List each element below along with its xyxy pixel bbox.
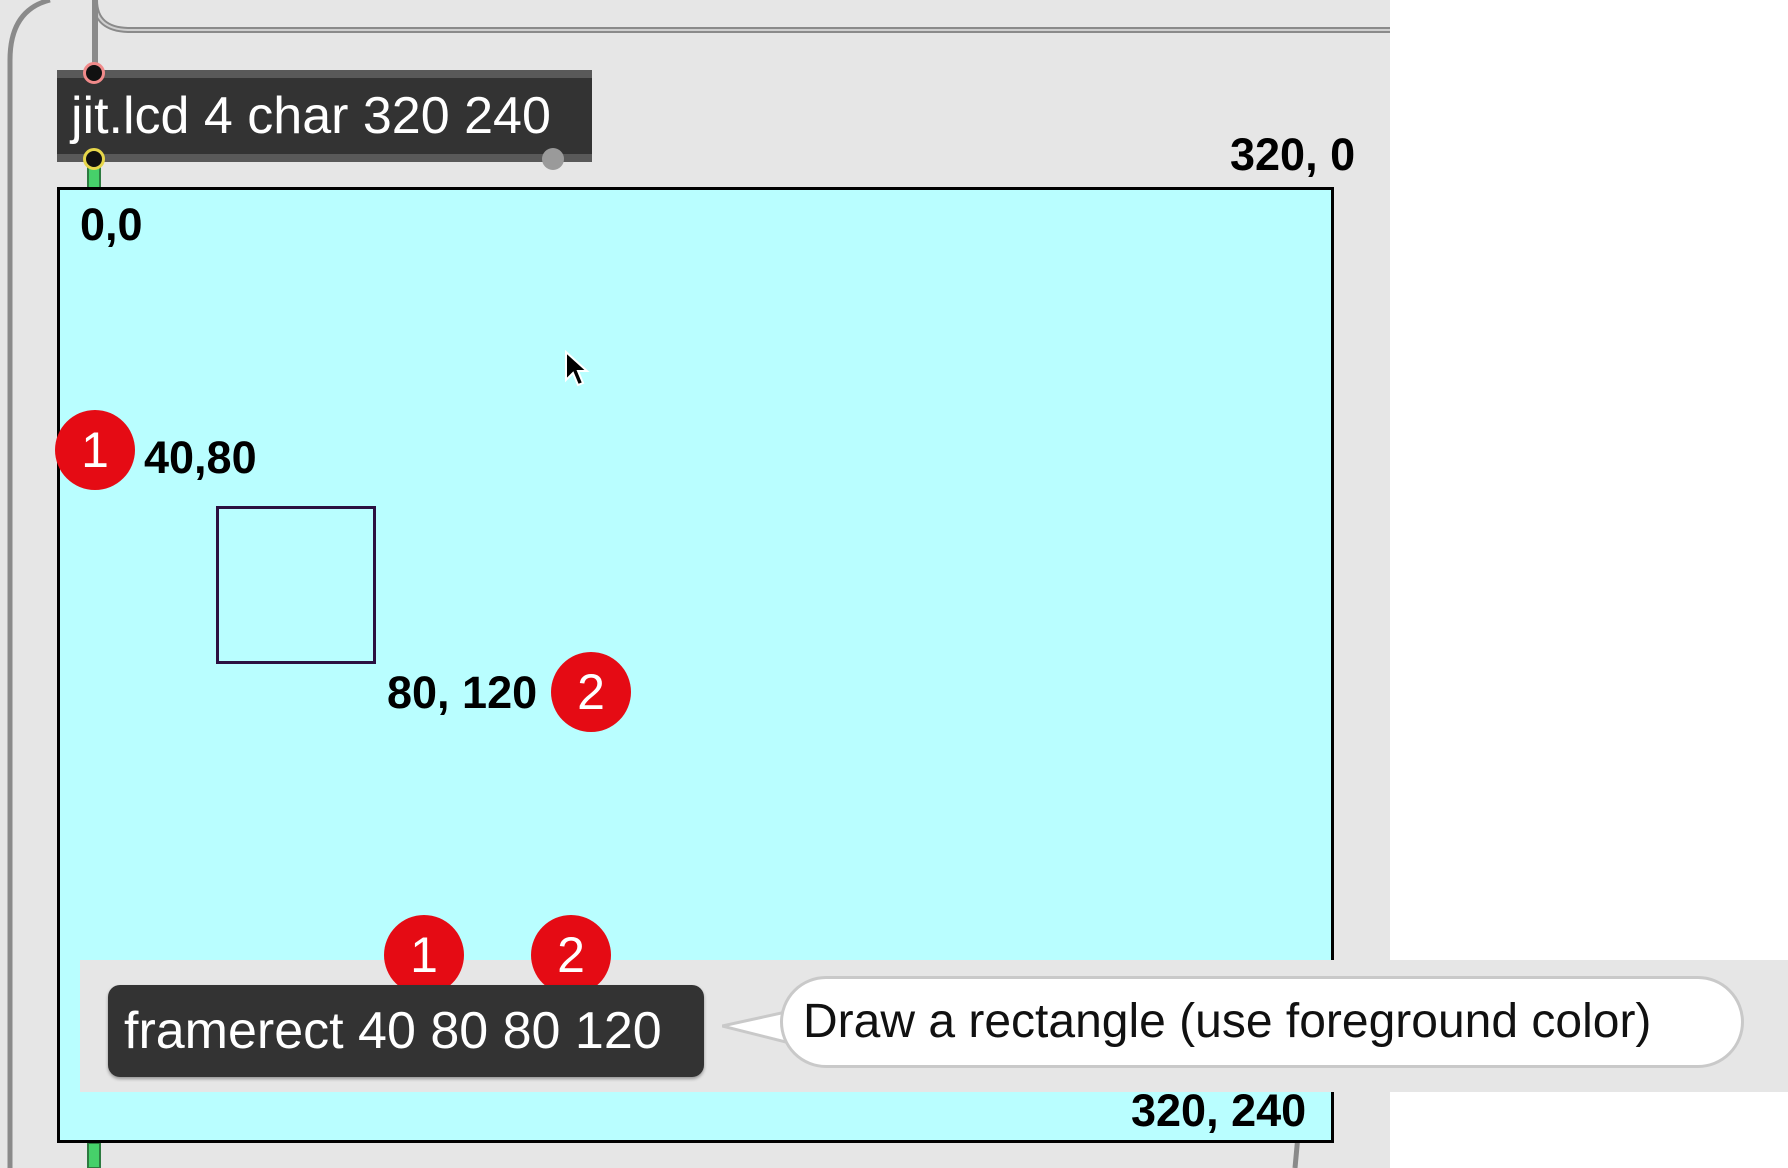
lcd-bottom-cord bbox=[87, 1142, 101, 1168]
lcd-resize-handle[interactable] bbox=[542, 148, 564, 170]
comment-bubble: Draw a rectangle (use foreground color) bbox=[780, 976, 1744, 1068]
lcd-inlet[interactable] bbox=[83, 62, 105, 84]
coord-label-bottom-right: 320, 240 bbox=[1131, 1085, 1307, 1136]
patch-cord-top-highlight bbox=[94, 0, 1390, 31]
coord-label-rect-end: 80, 120 bbox=[387, 667, 538, 718]
framerect-message-box[interactable]: framerect 40 80 80 120 bbox=[108, 985, 704, 1077]
framerect-message-label: framerect 40 80 80 120 bbox=[124, 1002, 662, 1060]
badge-two-display: 2 bbox=[551, 652, 631, 732]
coord-label-rect-start: 40,80 bbox=[144, 432, 257, 483]
comment-bubble-text: Draw a rectangle (use foreground color) bbox=[803, 995, 1652, 1048]
jit-lcd-object-label: jit.lcd 4 char 320 240 bbox=[71, 87, 551, 145]
badge-one-display: 1 bbox=[55, 410, 135, 490]
patch-cord-left[interactable] bbox=[7, 0, 51, 1168]
max-patcher-canvas: jit.lcd 4 char 320 240 320, 0 0,0 40,80 … bbox=[0, 0, 1788, 1168]
patch-cord-top[interactable] bbox=[92, 0, 1390, 33]
badge-two-message: 2 bbox=[531, 915, 611, 995]
lcd-outlet[interactable] bbox=[83, 148, 105, 170]
coord-label-top-right: 320, 0 bbox=[1230, 129, 1356, 180]
comment-bubble-tail bbox=[722, 1010, 786, 1044]
badge-one-message: 1 bbox=[384, 915, 464, 995]
jit-lcd-object[interactable]: jit.lcd 4 char 320 240 bbox=[57, 70, 592, 162]
drawn-rectangle bbox=[216, 506, 376, 664]
coord-label-top-left: 0,0 bbox=[80, 199, 143, 250]
mouse-pointer-icon bbox=[565, 350, 590, 387]
